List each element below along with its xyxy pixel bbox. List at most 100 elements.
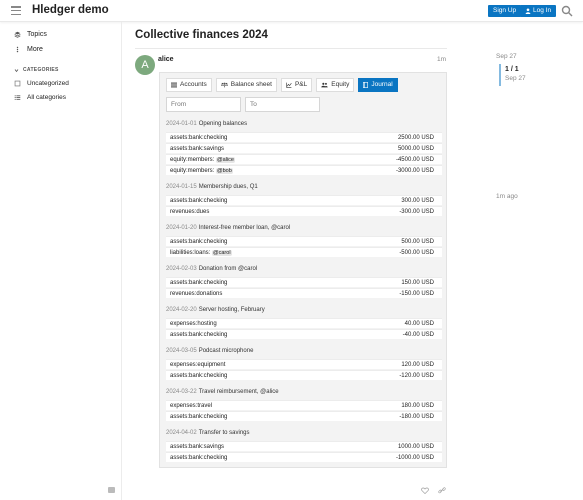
tab-pnl[interactable]: P&L bbox=[280, 78, 313, 92]
posting-amount: -180.00 USD bbox=[399, 414, 434, 420]
account-name: assets:bank:savings bbox=[170, 146, 225, 152]
posting-amount: 300.00 USD bbox=[401, 198, 434, 204]
posting-account: assets:bank:checking bbox=[170, 133, 227, 143]
categories-section-toggle[interactable]: CATEGORIES bbox=[14, 67, 59, 73]
transaction-header: 2024-01-01 Opening balances bbox=[166, 121, 247, 127]
posting-amount: 500.00 USD bbox=[401, 239, 434, 245]
transaction-date: 2024-04-02 bbox=[166, 430, 197, 436]
tab-label: Accounts bbox=[180, 81, 207, 88]
tab-accounts[interactable]: Accounts bbox=[166, 78, 212, 92]
topic-title[interactable]: Collective finances 2024 bbox=[135, 29, 268, 41]
post-time[interactable]: 1m bbox=[437, 56, 446, 63]
transaction-header: 2024-01-20 Interest-free member loan, @ca… bbox=[166, 225, 290, 231]
posting-row: expenses:travel 180.00 USD bbox=[166, 400, 442, 410]
site-header: Hledger demo Sign Up Log In bbox=[0, 0, 583, 22]
account-name: assets:bank:checking bbox=[170, 332, 228, 338]
sidebar-item-all-categories[interactable]: All categories bbox=[14, 94, 66, 101]
timeline-position: 1 / 1 bbox=[505, 66, 519, 73]
title-divider bbox=[135, 48, 447, 49]
posting-amount: -4500.00 USD bbox=[395, 157, 434, 163]
tab-balance-sheet[interactable]: Balance sheet bbox=[215, 78, 277, 92]
posting-account: assets:bank:savings bbox=[170, 442, 224, 452]
posting-amount: -3000.00 USD bbox=[395, 168, 434, 174]
posting-row: assets:bank:savings 5000.00 USD bbox=[166, 143, 442, 153]
posting-account: liabilities:loans: @carol bbox=[170, 248, 232, 258]
posting-amount: -150.00 USD bbox=[399, 291, 434, 297]
avatar[interactable]: A bbox=[135, 55, 155, 75]
posting-amount: 2500.00 USD bbox=[397, 135, 434, 141]
account-name: expenses:travel bbox=[170, 403, 213, 409]
user-icon bbox=[525, 8, 531, 14]
chart-line-icon bbox=[286, 82, 292, 88]
sidebar-item-more[interactable]: More bbox=[14, 46, 43, 53]
tab-journal[interactable]: Journal bbox=[358, 78, 398, 92]
posting-row: equity:members: @alice -4500.00 USD bbox=[166, 154, 442, 164]
timeline-start-date[interactable]: Sep 27 bbox=[496, 53, 517, 60]
post-username[interactable]: alice bbox=[158, 56, 174, 63]
from-date-input[interactable]: From bbox=[166, 97, 241, 112]
heart-icon[interactable] bbox=[421, 487, 429, 494]
account-name: equity:members: bbox=[170, 157, 217, 163]
sidebar-item-uncategorized[interactable]: Uncategorized bbox=[14, 80, 69, 87]
posting-account: assets:bank:checking bbox=[170, 412, 227, 422]
sidebar-item-topics[interactable]: Topics bbox=[14, 31, 47, 38]
timeline-scroller[interactable] bbox=[499, 64, 501, 86]
tab-label: Equity bbox=[331, 81, 350, 88]
account-name: equity:members: bbox=[170, 168, 217, 174]
transaction-date: 2024-01-01 bbox=[166, 121, 197, 127]
posting-account: revenues:donations bbox=[170, 289, 222, 299]
posting-account: expenses:travel bbox=[170, 401, 212, 411]
transaction-description: Opening balances bbox=[198, 121, 248, 127]
chevron-down-icon bbox=[14, 68, 19, 72]
tab-label: Journal bbox=[371, 81, 393, 88]
posting-row: assets:bank:checking -1000.00 USD bbox=[166, 452, 442, 462]
posting-account: assets:bank:checking bbox=[170, 196, 227, 206]
transaction-date: 2024-03-05 bbox=[166, 348, 197, 354]
posting-amount: -1000.00 USD bbox=[395, 455, 434, 461]
posting-row: assets:bank:checking 150.00 USD bbox=[166, 277, 442, 287]
vertical-dots-icon bbox=[16, 46, 19, 53]
account-name: assets:bank:checking bbox=[170, 239, 228, 245]
signup-button[interactable]: Sign Up bbox=[488, 5, 522, 17]
posting-amount: 40.00 USD bbox=[404, 321, 434, 327]
user-mention[interactable]: @alice bbox=[216, 157, 235, 163]
posting-row: assets:bank:checking 500.00 USD bbox=[166, 236, 442, 246]
login-label: Log In bbox=[533, 7, 552, 14]
account-name: liabilities:loans: bbox=[170, 250, 213, 256]
posting-row: liabilities:loans: @carol -500.00 USD bbox=[166, 247, 442, 257]
report-tabs: Accounts Balance sheet P&L Equity Journa… bbox=[166, 78, 398, 92]
sidebar: Topics More CATEGORIES Uncategorized All… bbox=[0, 22, 122, 500]
transaction-header: 2024-02-20 Server hosting, February bbox=[166, 307, 265, 313]
user-mention[interactable]: @bob bbox=[216, 168, 233, 174]
transaction-header: 2024-01-15 Membership dues, Q1 bbox=[166, 184, 258, 190]
posting-amount: -500.00 USD bbox=[399, 250, 434, 256]
hamburger-menu-icon[interactable] bbox=[11, 6, 21, 16]
transaction-description: Travel reimbursement, @alice bbox=[198, 389, 279, 395]
posting-account: equity:members: @alice bbox=[170, 155, 235, 165]
account-name: assets:bank:checking bbox=[170, 455, 228, 461]
posting-row: assets:bank:checking 2500.00 USD bbox=[166, 132, 442, 142]
login-button[interactable]: Log In bbox=[520, 5, 557, 17]
transaction-description: Transfer to savings bbox=[198, 430, 250, 436]
account-name: assets:bank:checking bbox=[170, 280, 228, 286]
sidebar-item-label: More bbox=[27, 46, 43, 53]
list-icon bbox=[14, 95, 21, 100]
sidebar-item-label: Topics bbox=[27, 31, 47, 38]
posting-amount: -300.00 USD bbox=[399, 209, 434, 215]
timeline-end-label[interactable]: 1m ago bbox=[496, 193, 518, 200]
transaction-description: Interest-free member loan, @carol bbox=[198, 225, 291, 231]
to-date-input[interactable]: To bbox=[245, 97, 320, 112]
tab-label: Balance sheet bbox=[230, 81, 272, 88]
link-icon[interactable] bbox=[438, 487, 446, 494]
site-title[interactable]: Hledger demo bbox=[32, 4, 109, 16]
search-icon[interactable] bbox=[561, 5, 573, 17]
account-name: assets:bank:savings bbox=[170, 444, 225, 450]
posting-row: expenses:equipment 120.00 USD bbox=[166, 359, 442, 369]
keyboard-icon[interactable] bbox=[108, 487, 115, 493]
tab-equity[interactable]: Equity bbox=[316, 78, 355, 92]
user-mention[interactable]: @carol bbox=[212, 250, 232, 256]
posting-amount: 150.00 USD bbox=[401, 280, 434, 286]
posting-account: assets:bank:checking bbox=[170, 453, 227, 463]
posting-row: assets:bank:checking -120.00 USD bbox=[166, 370, 442, 380]
posting-row: assets:bank:checking 300.00 USD bbox=[166, 195, 442, 205]
